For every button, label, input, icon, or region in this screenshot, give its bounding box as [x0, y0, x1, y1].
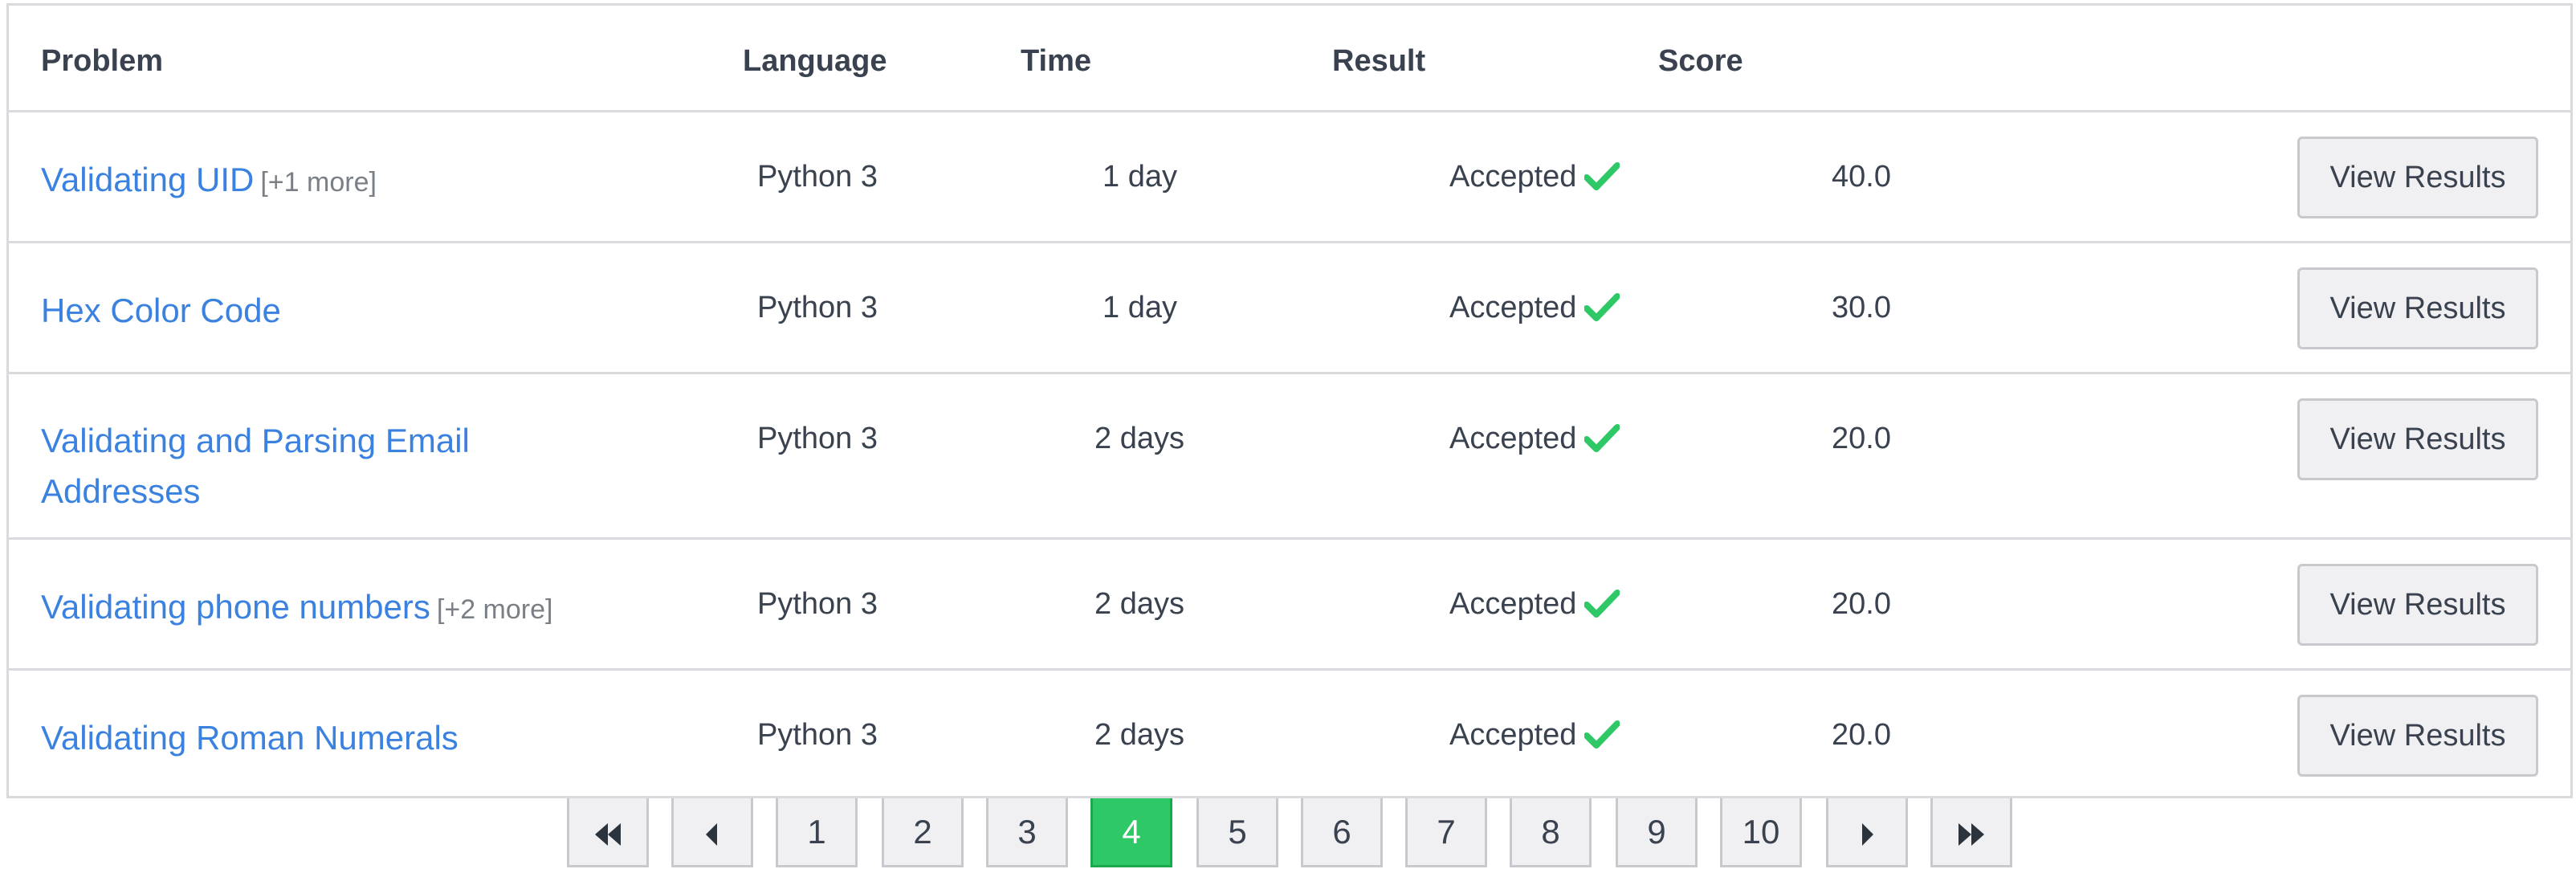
page-button-6[interactable]: 6: [1301, 798, 1383, 867]
result-cell: Accepted: [1449, 420, 1620, 457]
page-button-5[interactable]: 5: [1196, 798, 1278, 867]
time-cell: 2 days: [1094, 422, 1184, 455]
language-cell: Python 3: [757, 160, 878, 194]
result-cell: Accepted: [1449, 716, 1620, 753]
problem-cell: Validating Roman Numerals: [41, 712, 603, 763]
table-row: Validating phone numbers [+2 more] Python…: [9, 540, 2570, 671]
language-cell: Python 3: [757, 422, 878, 455]
table-row: Validating UID [+1 more] Python 3 1 day A…: [9, 112, 2570, 243]
last-page-button[interactable]: [1930, 798, 2012, 867]
problem-cell: Validating and Parsing Email Addresses: [41, 415, 539, 516]
table-row: Validating and Parsing Email Addresses P…: [9, 374, 2570, 540]
table-header: Problem Language Time Result Score: [9, 6, 2570, 112]
prev-page-button[interactable]: [671, 798, 753, 867]
pagination: 1 2 3 4 5 6 7 8 9 10: [0, 798, 2576, 869]
check-icon: [1584, 424, 1620, 452]
header-result: Result: [1332, 44, 1426, 78]
time-cell: 1 day: [1103, 160, 1177, 194]
score-cell: 30.0: [1832, 291, 1891, 324]
score-cell: 40.0: [1832, 160, 1891, 194]
problem-link[interactable]: Validating and Parsing Email Addresses: [41, 422, 470, 510]
problem-link[interactable]: Validating Roman Numerals: [41, 719, 459, 757]
header-language: Language: [743, 44, 887, 78]
page-button-2[interactable]: 2: [882, 798, 964, 867]
score-cell: 20.0: [1832, 422, 1891, 455]
page-button-7[interactable]: 7: [1405, 798, 1487, 867]
check-icon: [1584, 720, 1620, 749]
time-cell: 2 days: [1094, 587, 1184, 621]
result-cell: Accepted: [1449, 289, 1620, 326]
header-problem: Problem: [41, 44, 164, 78]
problem-cell: Validating phone numbers [+2 more]: [41, 581, 603, 635]
page-button-10[interactable]: 10: [1720, 798, 1802, 867]
first-page-button[interactable]: [567, 798, 649, 867]
problem-link[interactable]: Validating phone numbers: [41, 588, 430, 626]
time-cell: 1 day: [1103, 291, 1177, 324]
result-cell: Accepted: [1449, 158, 1620, 195]
next-page-button[interactable]: [1826, 798, 1908, 867]
triangle-right-icon: [1862, 822, 1873, 846]
problem-cell: Validating UID [+1 more]: [41, 154, 603, 208]
page-button-3[interactable]: 3: [986, 798, 1068, 867]
result-cell: Accepted: [1449, 585, 1620, 622]
result-label: Accepted: [1449, 422, 1577, 455]
time-cell: 2 days: [1094, 718, 1184, 752]
page-button-4-current[interactable]: 4: [1090, 798, 1172, 867]
view-results-button[interactable]: View Results: [2297, 398, 2538, 480]
view-results-button[interactable]: View Results: [2297, 695, 2538, 777]
view-results-button[interactable]: View Results: [2297, 564, 2538, 646]
table-row: Hex Color Code Python 3 1 day Accepted 3…: [9, 243, 2570, 374]
submissions-table: Problem Language Time Result Score Valid…: [6, 3, 2573, 798]
language-cell: Python 3: [757, 718, 878, 752]
page-button-1[interactable]: 1: [776, 798, 858, 867]
check-icon: [1584, 162, 1620, 190]
table-row: Validating Roman Numerals Python 3 2 day…: [9, 671, 2570, 798]
view-results-button[interactable]: View Results: [2297, 267, 2538, 349]
score-cell: 20.0: [1832, 718, 1891, 752]
check-icon: [1584, 293, 1620, 321]
result-label: Accepted: [1449, 291, 1577, 324]
language-cell: Python 3: [757, 587, 878, 621]
header-time: Time: [1021, 44, 1092, 78]
result-label: Accepted: [1449, 718, 1577, 752]
result-label: Accepted: [1449, 587, 1577, 621]
problem-link[interactable]: Hex Color Code: [41, 292, 281, 329]
problem-link[interactable]: Validating UID: [41, 161, 254, 198]
score-cell: 20.0: [1832, 587, 1891, 621]
problem-cell: Hex Color Code: [41, 285, 603, 336]
double-chevron-left-icon: [595, 822, 621, 846]
more-tag[interactable]: [+1 more]: [260, 167, 377, 198]
page-button-9[interactable]: 9: [1616, 798, 1698, 867]
double-chevron-right-icon: [1958, 822, 1984, 846]
result-label: Accepted: [1449, 160, 1577, 194]
triangle-left-icon: [706, 822, 717, 846]
header-score: Score: [1658, 44, 1743, 78]
check-icon: [1584, 590, 1620, 618]
more-tag[interactable]: [+2 more]: [437, 594, 553, 625]
view-results-button[interactable]: View Results: [2297, 137, 2538, 218]
page-button-8[interactable]: 8: [1510, 798, 1592, 867]
language-cell: Python 3: [757, 291, 878, 324]
